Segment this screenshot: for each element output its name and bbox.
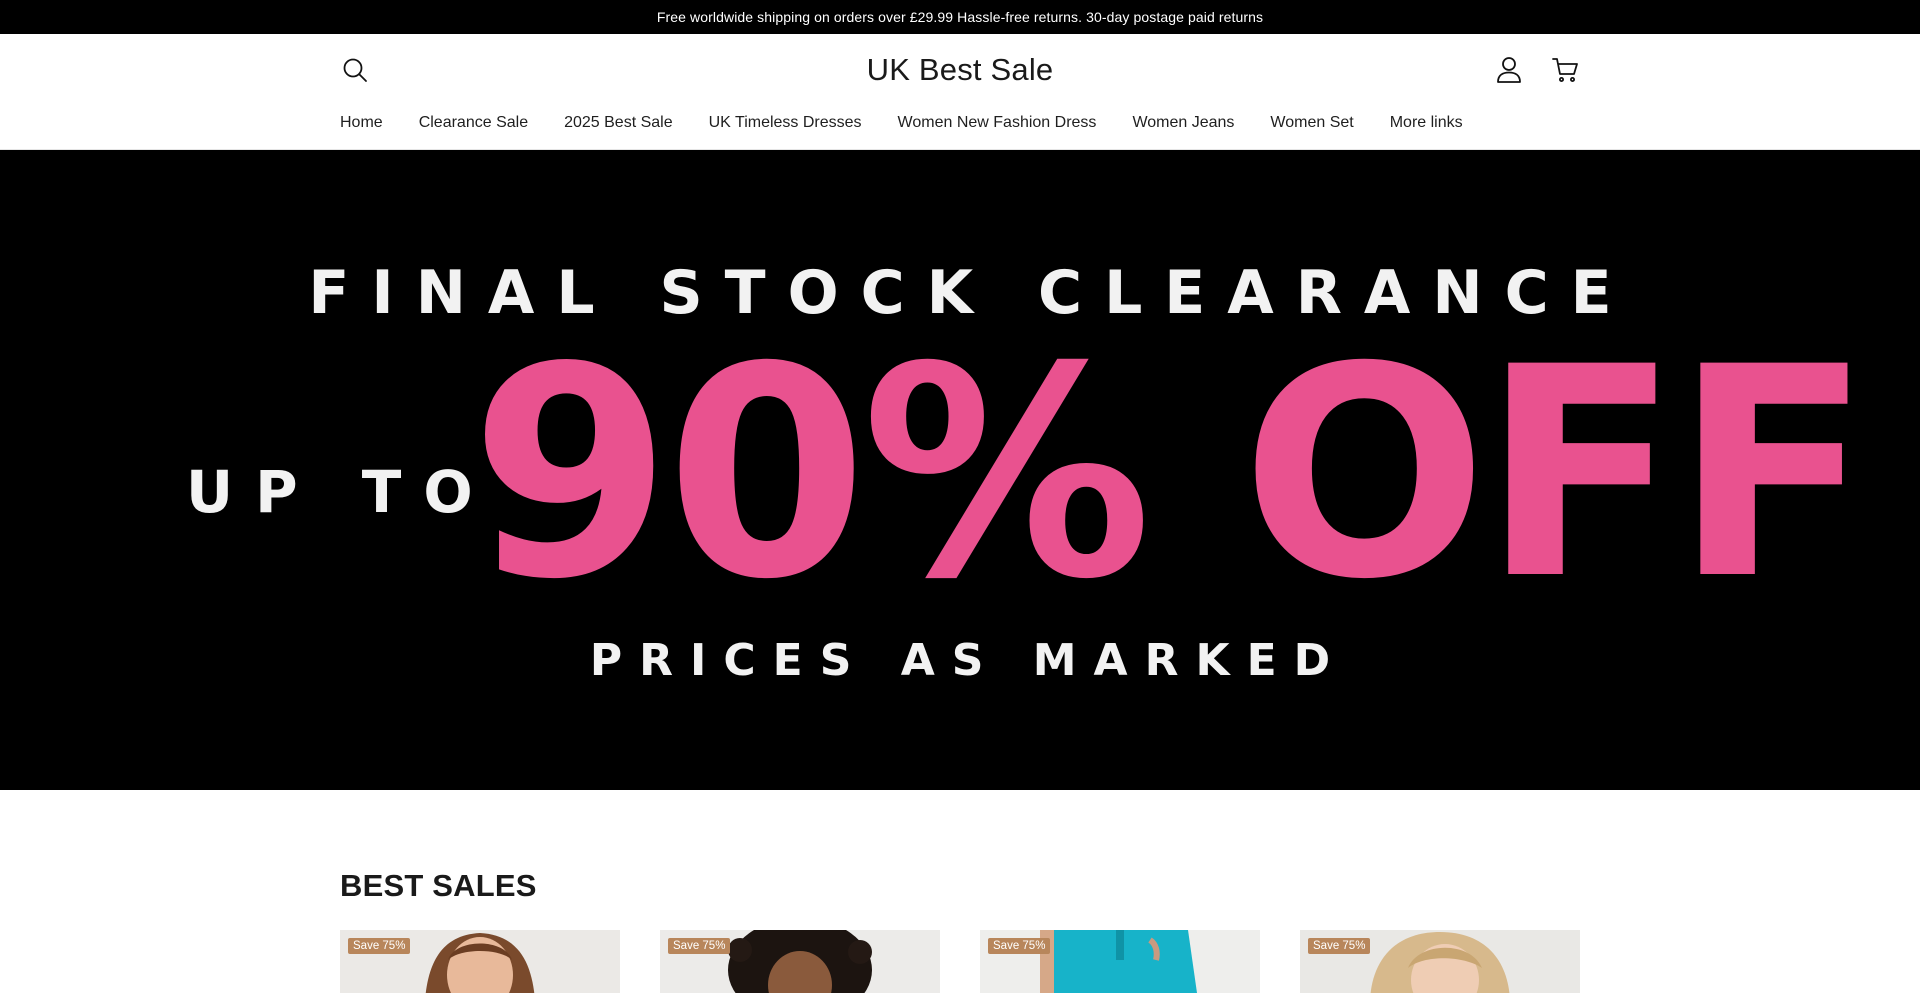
product-card[interactable]: Save 75% [660,930,940,993]
site-header: UK Best Sale Home Clearance Sale 2025 Be… [0,34,1920,150]
nav-item-more-links[interactable]: More links [1390,114,1463,132]
announcement-bar: Free worldwide shipping on orders over £… [0,0,1920,34]
brand-logo[interactable]: UK Best Sale [867,52,1054,88]
cart-icon[interactable] [1550,55,1580,85]
header-top-row: UK Best Sale [340,44,1580,96]
account-icon[interactable] [1494,55,1524,85]
nav-item-uk-timeless-dresses[interactable]: UK Timeless Dresses [709,114,862,132]
nav-item-2025-best-sale[interactable]: 2025 Best Sale [564,114,673,132]
product-card[interactable]: Save 75% [1300,930,1580,993]
hero-subline: PRICES AS MARKED [589,635,1348,686]
main-nav: Home Clearance Sale 2025 Best Sale UK Ti… [340,108,1463,138]
header-actions [1494,55,1580,85]
hero-banner[interactable]: FINAL STOCK CLEARANCE UP TO 90% OFF PRIC… [0,150,1920,790]
product-card[interactable]: Save 75% [340,930,620,993]
hero-up-to: UP TO [186,458,495,526]
sale-badge: Save 75% [988,938,1051,954]
nav-item-women-new-fashion-dress[interactable]: Women New Fashion Dress [898,114,1097,132]
nav-item-women-jeans[interactable]: Women Jeans [1132,114,1234,132]
nav-item-clearance-sale[interactable]: Clearance Sale [419,114,528,132]
product-grid: Save 75% Save 75% Save 75% Save 75% [340,930,1580,993]
announcement-text: Free worldwide shipping on orders over £… [656,9,1264,25]
sale-badge: Save 75% [348,938,411,954]
sale-badge: Save 75% [668,938,731,954]
nav-item-home[interactable]: Home [340,114,383,132]
nav-item-women-set[interactable]: Women Set [1270,114,1353,132]
sale-badge: Save 75% [1308,938,1371,954]
search-icon[interactable] [340,55,370,85]
brand-wrapper: UK Best Sale [340,44,1580,96]
section-title: BEST SALES [340,868,537,903]
product-card[interactable]: Save 75% [980,930,1260,993]
best-sales-section: BEST SALES Save 75% Save 75% Save 75% Sa… [0,790,1920,993]
hero-discount: 90% OFF [470,306,1872,643]
